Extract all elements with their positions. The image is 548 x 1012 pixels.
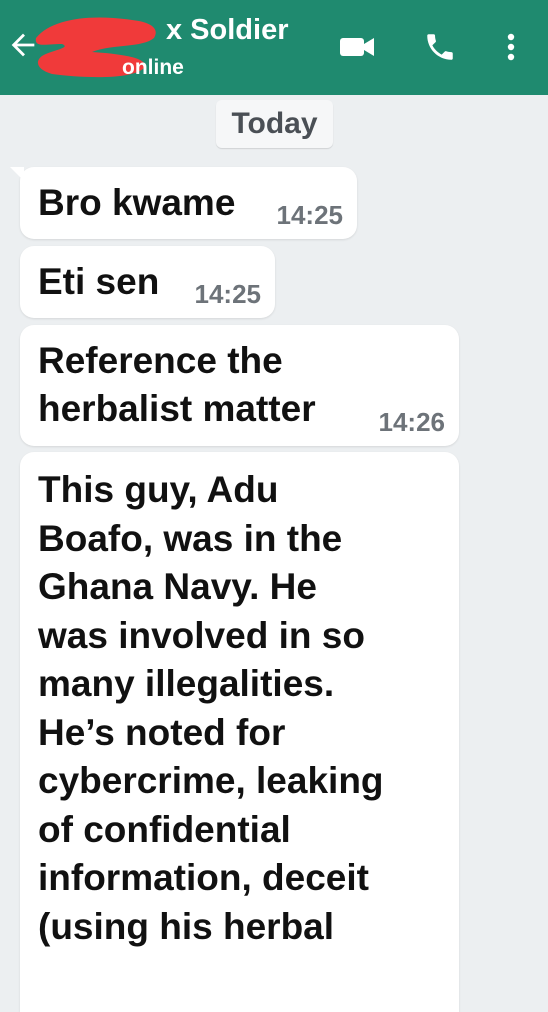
date-separator: Today xyxy=(216,100,333,148)
contact-status: online xyxy=(122,56,184,79)
message-bubble[interactable]: Reference the herbalist matter 14:26 xyxy=(20,325,459,446)
phone-icon[interactable] xyxy=(420,30,460,64)
message-bubble[interactable]: Bro kwame 14:25 xyxy=(10,167,357,239)
message-text: Reference the herbalist matter xyxy=(38,340,316,429)
message-text: This guy, Adu Boafo, was in the Ghana Na… xyxy=(38,469,384,947)
message-bubble[interactable]: Eti sen 14:25 xyxy=(20,246,275,318)
video-camera-icon[interactable] xyxy=(337,30,377,64)
message-text: Bro kwame xyxy=(38,182,236,223)
message-text: Eti sen xyxy=(38,261,160,302)
message-time: 14:26 xyxy=(378,407,446,437)
message-time: 14:25 xyxy=(276,200,344,230)
chat-header: x Soldier online xyxy=(0,0,548,95)
contact-name[interactable]: x Soldier xyxy=(166,14,289,47)
message-bubble[interactable]: This guy, Adu Boafo, was in the Ghana Na… xyxy=(20,452,459,1012)
message-time: 14:25 xyxy=(194,279,262,309)
more-vertical-icon[interactable] xyxy=(496,30,526,64)
bubble-tail xyxy=(10,167,24,181)
